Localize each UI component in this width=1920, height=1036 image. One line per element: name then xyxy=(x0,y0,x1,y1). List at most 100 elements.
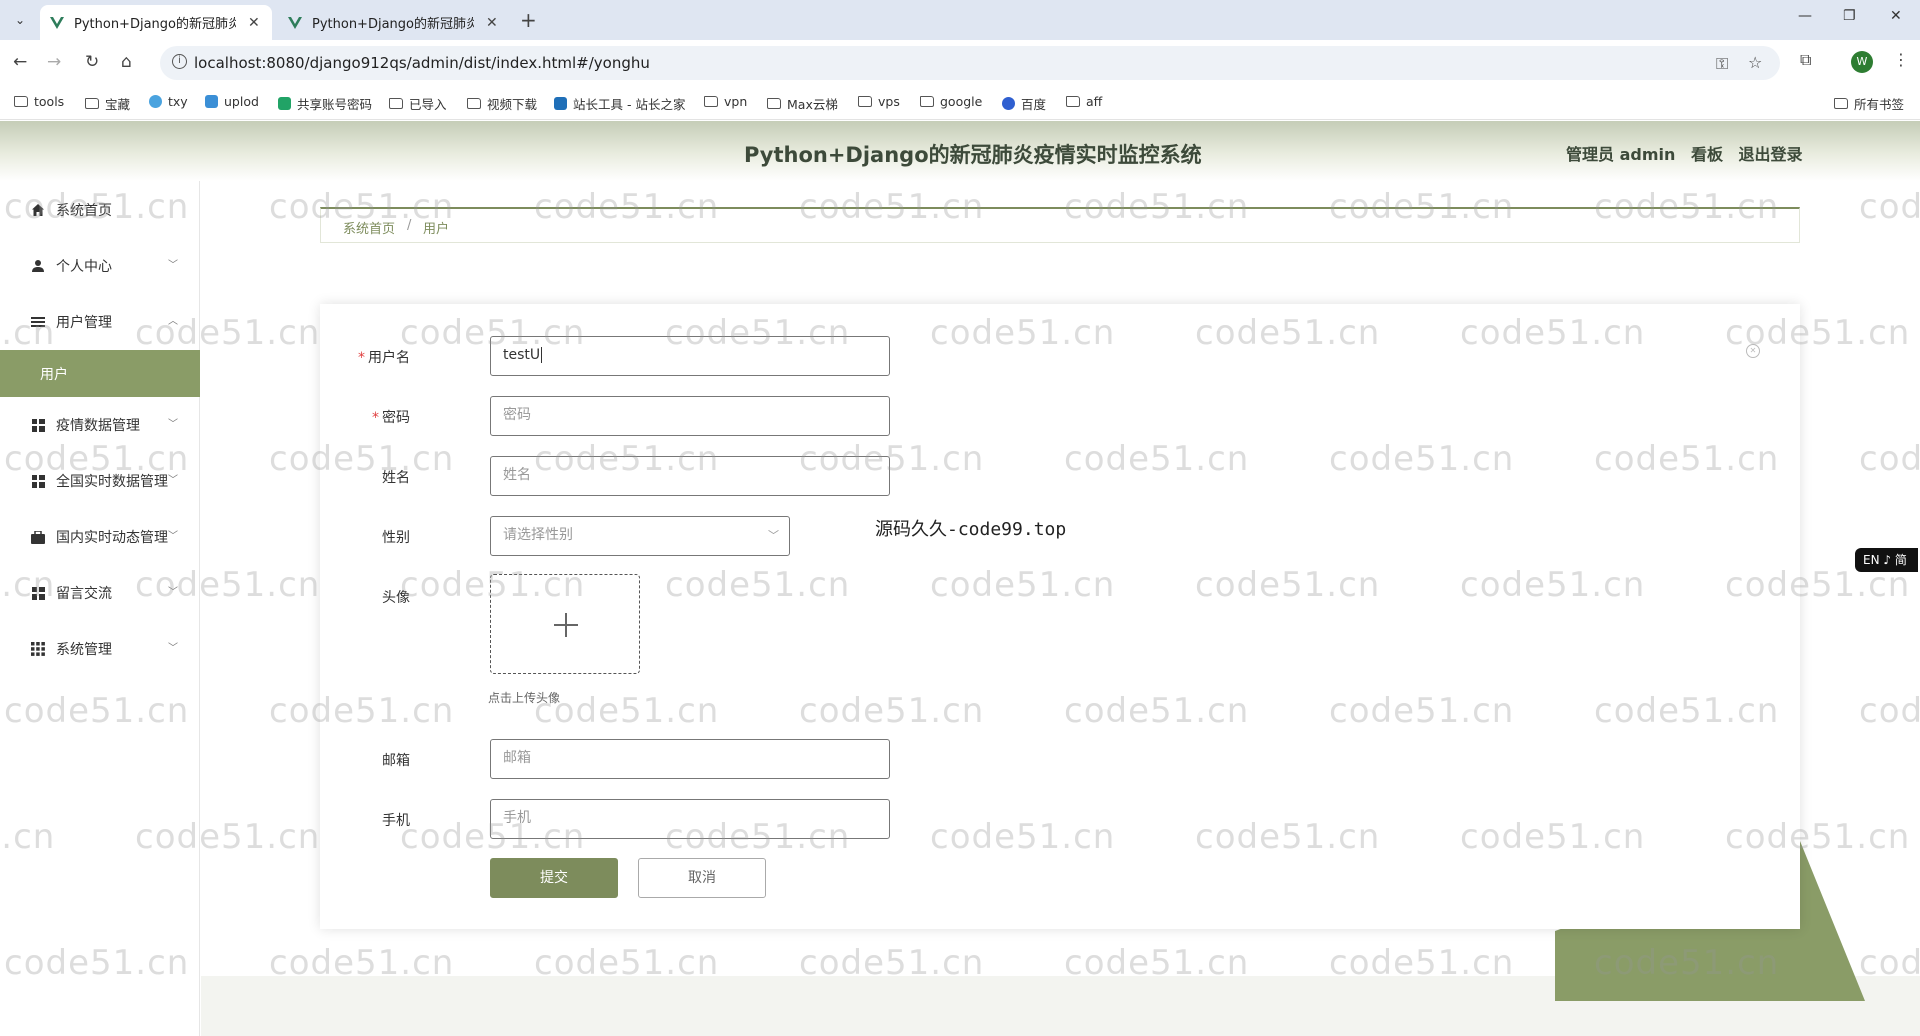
tab-close-icon[interactable]: ✕ xyxy=(486,15,498,31)
browser-tab[interactable]: Python+Django的新冠肺炎疫情 ✕ xyxy=(278,5,510,40)
chevron-down-icon: ﹀ xyxy=(168,587,178,598)
username-input[interactable]: testU xyxy=(490,336,890,376)
all-bookmarks[interactable]: 所有书签 xyxy=(1834,94,1904,113)
chevron-down-icon: ﹀ xyxy=(168,260,178,271)
folder-icon xyxy=(85,98,99,109)
address-bar[interactable]: i localhost:8080/django912qs/admin/dist/… xyxy=(160,46,1780,80)
breadcrumb-current: 用户 xyxy=(423,222,450,237)
browser-tab-strip: ⌄ Python+Django的新冠肺炎疫情 ✕ Python+Django的新… xyxy=(0,0,1920,40)
watermark-text: code51.cn xyxy=(1859,439,1920,479)
sidebar-item-home[interactable]: 系统首页 xyxy=(0,182,200,238)
admin-label: 管理员 admin xyxy=(1566,145,1676,164)
sidebar-item-system-management[interactable]: 系统管理 ﹀ xyxy=(0,621,200,677)
chevron-down-icon: ﹀ xyxy=(168,643,178,654)
phone-input[interactable]: 手机 xyxy=(490,799,890,839)
watermark-text: code51.cn xyxy=(1859,187,1920,227)
bookmark-item[interactable]: 站长工具 - 站长之家 xyxy=(554,94,685,113)
close-circle-icon[interactable]: ✕ xyxy=(1746,344,1760,358)
sidebar-item-user-management[interactable]: 用户管理 ︿ xyxy=(0,294,200,350)
bookmark-item[interactable]: google xyxy=(920,94,982,109)
email-label: 邮箱 xyxy=(382,753,410,769)
chevron-up-icon: ︿ xyxy=(168,316,178,327)
watermark-text: code51.cn xyxy=(1859,691,1920,731)
email-input[interactable]: 邮箱 xyxy=(490,739,890,779)
logout-link[interactable]: 退出登录 xyxy=(1739,145,1803,164)
chevron-down-icon: ﹀ xyxy=(768,529,779,542)
tab-close-icon[interactable]: ✕ xyxy=(248,15,260,31)
reload-icon[interactable]: ↻ xyxy=(85,52,99,72)
password-label: * 密码 xyxy=(372,410,410,426)
bookmark-item[interactable]: 已导入 xyxy=(389,94,447,113)
bookmark-item[interactable]: Max云梯 xyxy=(767,94,838,113)
user-icon xyxy=(30,258,46,274)
bookmark-item[interactable]: aff xyxy=(1066,94,1102,109)
vue-favicon-icon xyxy=(288,16,302,30)
minimize-icon[interactable]: — xyxy=(1798,8,1812,24)
breadcrumb-separator: / xyxy=(407,218,412,233)
extensions-icon[interactable]: ⧉ xyxy=(1800,50,1811,70)
vue-favicon-icon xyxy=(50,16,64,30)
sidebar: 系统首页 个人中心 ﹀ 用户管理 ︿ 用户 疫情数据管理 ﹀ 全国实时数据管理 xyxy=(0,181,200,1036)
tab-title: Python+Django的新冠肺炎疫情 xyxy=(74,17,236,32)
submit-button[interactable]: 提交 xyxy=(490,858,618,898)
name-label: 姓名 xyxy=(382,470,410,486)
window-close-icon[interactable]: ✕ xyxy=(1890,8,1902,24)
phone-label: 手机 xyxy=(382,813,410,829)
name-input[interactable]: 姓名 xyxy=(490,456,890,496)
sidebar-item-domestic-dynamics[interactable]: 国内实时动态管理 ﹀ xyxy=(0,509,200,565)
board-link[interactable]: 看板 xyxy=(1691,145,1723,164)
avatar-upload-tip[interactable]: 点击上传头像 xyxy=(488,689,560,706)
user-form-card: ✕ * 用户名 testU * 密码 密码 姓名 姓名 性别 请选择性别 ﹀ 头像 … xyxy=(320,304,1800,929)
bookmark-item[interactable]: 共享账号密码 xyxy=(278,94,372,113)
new-tab-icon[interactable]: + xyxy=(520,8,537,32)
bookmark-item[interactable]: vps xyxy=(858,94,900,109)
bookmark-item[interactable]: 宝藏 xyxy=(85,94,130,113)
header-links: 管理员 admin 看板 退出登录 xyxy=(1566,141,1813,165)
cloud-icon xyxy=(149,95,162,108)
language-switch-badge[interactable]: EN ♪ 简 xyxy=(1855,548,1918,572)
breadcrumb-home-link[interactable]: 系统首页 xyxy=(343,218,395,237)
tab-search-button[interactable]: ⌄ xyxy=(8,8,32,32)
bookmark-item[interactable]: tools xyxy=(14,94,64,109)
username-label: * 用户名 xyxy=(358,350,410,366)
cancel-button[interactable]: 取消 xyxy=(638,858,766,898)
restore-icon[interactable]: ❐ xyxy=(1843,8,1856,24)
bookmark-item[interactable]: txy xyxy=(149,94,188,109)
overlay-source-text: 源码久久-code99.top xyxy=(875,519,1067,540)
baidu-icon xyxy=(1002,97,1015,110)
avatar-label: 头像 xyxy=(382,590,410,606)
sidebar-item-epidemic-data[interactable]: 疫情数据管理 ﹀ xyxy=(0,397,200,453)
gender-select[interactable]: 请选择性别 ﹀ xyxy=(490,516,790,556)
bookmark-item[interactable]: 百度 xyxy=(1002,94,1046,113)
browser-menu-icon[interactable]: ⋮ xyxy=(1893,50,1909,69)
briefcase-icon xyxy=(30,529,46,545)
bookmark-item[interactable]: vpn xyxy=(704,94,747,109)
bookmark-item[interactable]: 视频下载 xyxy=(467,94,537,113)
site-info-icon[interactable]: i xyxy=(172,54,187,69)
sidebar-item-national-data[interactable]: 全国实时数据管理 ﹀ xyxy=(0,453,200,509)
back-icon[interactable]: ← xyxy=(13,52,27,72)
breadcrumb: 系统首页 / 用户 xyxy=(320,207,1800,243)
folder-icon xyxy=(14,96,28,107)
folder-icon xyxy=(1066,96,1080,107)
password-key-icon[interactable]: ⚿ xyxy=(1716,54,1728,74)
app-viewport: Python+Django的新冠肺炎疫情实时监控系统 管理员 admin 看板 … xyxy=(0,121,1920,1036)
bookmark-item[interactable]: uplod xyxy=(205,94,259,109)
chevron-down-icon: ﹀ xyxy=(168,531,178,542)
sidebar-item-personal-center[interactable]: 个人中心 ﹀ xyxy=(0,238,200,294)
home-icon xyxy=(30,202,46,218)
folder-icon xyxy=(858,96,872,107)
upload-icon xyxy=(205,95,218,108)
home-browser-icon[interactable]: ⌂ xyxy=(121,52,132,72)
avatar-upload-box[interactable] xyxy=(490,574,640,674)
sidebar-item-messages[interactable]: 留言交流 ﹀ xyxy=(0,565,200,621)
sidebar-item-users[interactable]: 用户 xyxy=(0,350,200,397)
profile-avatar[interactable]: W xyxy=(1851,51,1873,73)
bookmark-star-icon[interactable]: ☆ xyxy=(1748,53,1762,72)
forward-icon[interactable]: → xyxy=(47,52,61,72)
folder-icon xyxy=(467,98,481,109)
password-input[interactable]: 密码 xyxy=(490,396,890,436)
browser-tab-active[interactable]: Python+Django的新冠肺炎疫情 ✕ xyxy=(40,5,272,40)
grid-icon xyxy=(30,417,46,433)
folder-icon xyxy=(1834,98,1848,109)
